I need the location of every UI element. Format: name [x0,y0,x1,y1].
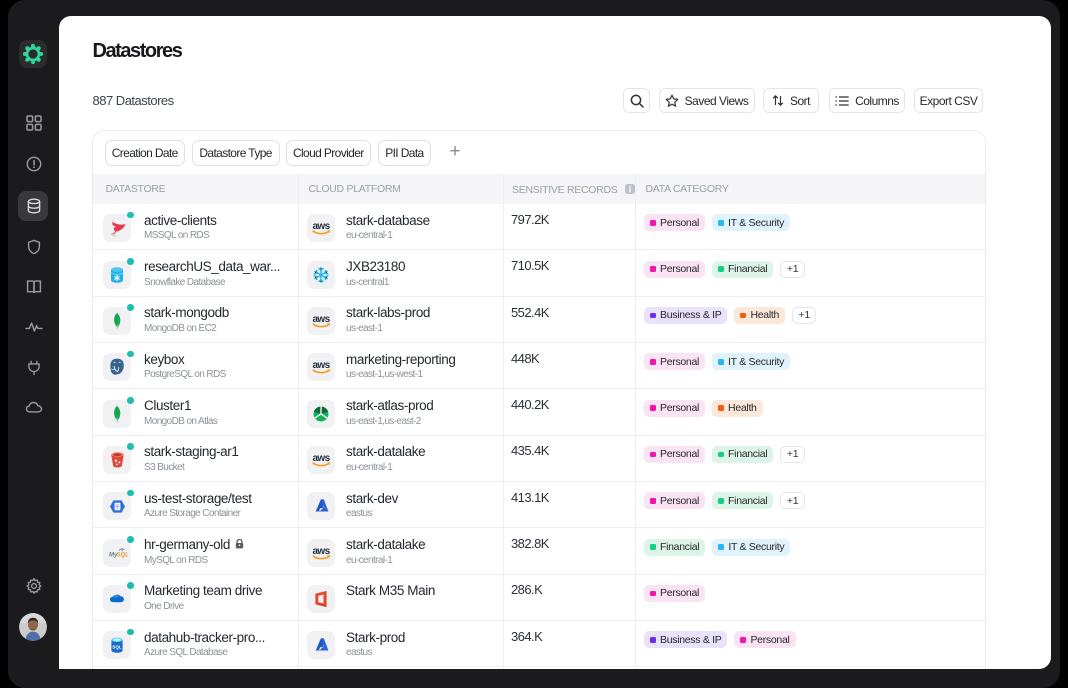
svg-text:aws: aws [312,453,330,464]
svg-text:aws: aws [312,221,330,232]
svg-text:SQL: SQL [117,552,129,558]
svg-text:aws: aws [312,360,330,371]
svg-text:aws: aws [312,546,330,557]
svg-text:SQL: SQL [112,645,122,650]
svg-text:aws: aws [312,314,330,325]
